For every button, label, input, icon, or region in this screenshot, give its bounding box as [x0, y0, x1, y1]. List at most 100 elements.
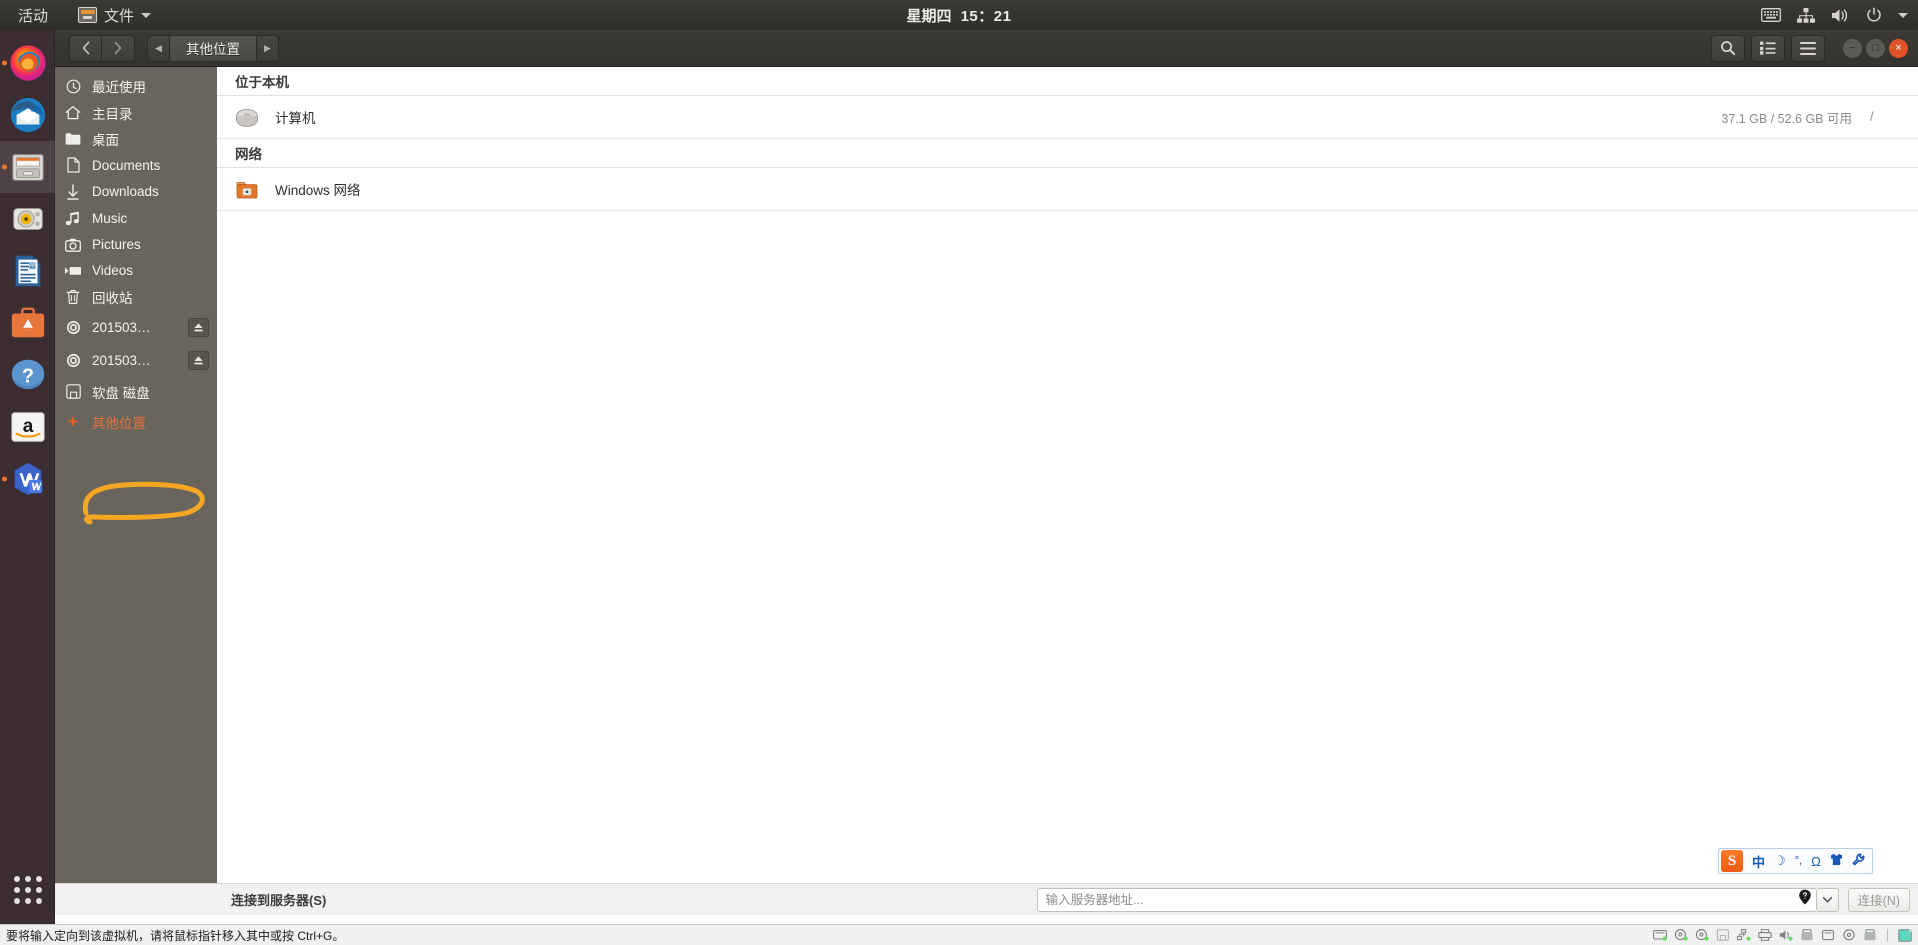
eject-button[interactable]: [188, 350, 209, 370]
settings-icon[interactable]: [1852, 853, 1865, 869]
printer-icon[interactable]: [1758, 929, 1772, 941]
search-button[interactable]: [1711, 34, 1745, 62]
dock-item-files[interactable]: [0, 141, 55, 193]
server-address-box[interactable]: [1036, 887, 1817, 912]
activities-button[interactable]: 活动: [12, 2, 54, 29]
sidebar-item-label: Downloads: [92, 184, 159, 200]
section-header-on-this-computer: 位于本机: [217, 67, 1918, 96]
show-applications-button[interactable]: [0, 862, 55, 917]
dock-item-ubuntu-software[interactable]: [0, 297, 55, 349]
sidebar-item-pictures[interactable]: Pictures: [55, 231, 217, 257]
breadcrumb-other-locations[interactable]: 其他位置: [169, 34, 257, 62]
folder-icon: [65, 131, 81, 147]
sidebar-item-label: 其他位置: [92, 415, 146, 431]
main-menu-button[interactable]: [1791, 34, 1825, 62]
disc-icon[interactable]: [1842, 929, 1856, 941]
path-next-label: ▶: [264, 42, 271, 53]
row-name: 计算机: [275, 111, 316, 126]
usb-icon[interactable]: [1800, 929, 1814, 941]
window-body: 最近使用 主目录 桌面 Documents Downloads Music Pi…: [55, 67, 1918, 883]
section-header-network: 网络: [217, 139, 1918, 168]
cd-drive-icon[interactable]: [1674, 929, 1688, 941]
amazon-icon: a: [10, 412, 45, 442]
sidebar-item-volume-2[interactable]: 201503…: [55, 344, 217, 377]
ime-logo-icon[interactable]: S: [1721, 850, 1743, 872]
display-icon[interactable]: [1898, 929, 1912, 942]
app-menu-button[interactable]: 文件: [72, 2, 157, 29]
dock-item-amazon[interactable]: a: [0, 401, 55, 453]
path-scroll-right-button[interactable]: ▶: [257, 34, 279, 62]
hard-disk-icon[interactable]: [1653, 929, 1667, 941]
floppy-icon[interactable]: [1716, 929, 1730, 941]
table-row[interactable]: 计算机 37.1 GB / 52.6 GB 可用 /: [217, 96, 1918, 139]
chinese-mode-icon[interactable]: 中: [1752, 852, 1765, 871]
server-history-dropdown[interactable]: [1816, 887, 1839, 912]
camera-icon: [65, 237, 81, 253]
sogou-ime-toolbar[interactable]: S 中 ☽ °, Ω: [1718, 848, 1873, 874]
dock-item-rhythmbox[interactable]: [0, 193, 55, 245]
app-grid-icon: [13, 875, 42, 904]
wps-office-icon: [14, 462, 42, 496]
network-icon[interactable]: [1797, 7, 1815, 23]
server-address-input[interactable]: [1045, 892, 1798, 907]
dock-item-wps-office[interactable]: [0, 453, 55, 505]
plus-icon: +: [68, 411, 78, 431]
clock-area[interactable]: 星期四 15：21: [0, 0, 1918, 30]
skin-icon[interactable]: [1830, 853, 1843, 869]
clock-time: 15：21: [960, 7, 1012, 25]
connect-to-server-label: 连接到服务器(S): [231, 893, 327, 908]
network-icon[interactable]: [1737, 929, 1751, 941]
close-button[interactable]: ×: [1889, 38, 1908, 58]
usb-icon[interactable]: [1863, 929, 1877, 941]
sidebar-item-label: 201503…: [92, 352, 151, 368]
server-address-area: 连接(N): [334, 887, 1910, 912]
cd-drive-icon[interactable]: [1695, 929, 1709, 941]
help-icon: ?: [11, 359, 44, 390]
sound-icon[interactable]: [1779, 929, 1793, 941]
keyboard-icon[interactable]: [1761, 8, 1781, 22]
svg-text:a: a: [22, 416, 33, 437]
close-label: ×: [1895, 41, 1902, 54]
forward-button[interactable]: [102, 34, 135, 62]
connect-to-server-bar: 连接到服务器(S) 连接(N): [55, 883, 1918, 915]
row-free-space: 37.1 GB / 52.6 GB 可用: [1721, 111, 1852, 126]
sidebar-item-documents[interactable]: Documents: [55, 152, 217, 178]
view-options-button[interactable]: [1751, 34, 1785, 62]
status-indicators[interactable]: [1761, 0, 1908, 30]
screen: 活动 文件 星期四 15：21 ? a ◀ 其他位置 ▶ − □ × 最近使用 …: [0, 0, 1918, 945]
path-prev-label: ◀: [155, 42, 162, 53]
power-icon[interactable]: [1866, 7, 1882, 23]
sidebar-item-desktop[interactable]: 桌面: [55, 126, 217, 152]
sidebar-item-recent[interactable]: 最近使用: [55, 73, 217, 99]
minimize-label: −: [1849, 41, 1856, 54]
sidebar-item-other-locations[interactable]: + 其他位置: [55, 407, 217, 437]
sidebar-item-downloads[interactable]: Downloads: [55, 179, 217, 205]
dock-item-firefox[interactable]: [0, 37, 55, 89]
connect-button[interactable]: 连接(N): [1847, 887, 1910, 912]
minimize-button[interactable]: −: [1843, 38, 1862, 58]
table-row[interactable]: Windows 网络: [217, 168, 1918, 211]
volume-icon[interactable]: [1831, 8, 1850, 23]
sidebar-item-label: 201503…: [92, 319, 151, 335]
path-scroll-left-button[interactable]: ◀: [147, 34, 169, 62]
sidebar-item-floppy[interactable]: 软盘 磁盘: [55, 377, 217, 407]
sidebar-item-home[interactable]: 主目录: [55, 99, 217, 125]
punctuation-icon[interactable]: °,: [1795, 855, 1802, 867]
sidebar-item-videos[interactable]: Videos: [55, 258, 217, 284]
chevron-down-icon[interactable]: [1898, 12, 1908, 18]
dock-item-thunderbird[interactable]: [0, 89, 55, 141]
divider: [1887, 928, 1888, 942]
sidebar-item-volume-1[interactable]: 201503…: [55, 311, 217, 344]
symbol-icon[interactable]: Ω: [1811, 854, 1821, 869]
back-button[interactable]: [69, 34, 102, 62]
dock-item-help[interactable]: ?: [0, 349, 55, 401]
dock-item-libreoffice-writer[interactable]: [0, 245, 55, 297]
moon-icon[interactable]: ☽: [1774, 853, 1786, 869]
sidebar-item-music[interactable]: Music: [55, 205, 217, 231]
music-icon: [65, 210, 81, 226]
maximize-button[interactable]: □: [1866, 38, 1885, 58]
help-pin-icon[interactable]: [1798, 889, 1812, 910]
usb-storage-icon[interactable]: [1821, 929, 1835, 941]
eject-button[interactable]: [188, 317, 209, 337]
sidebar-item-trash[interactable]: 回收站: [55, 284, 217, 310]
